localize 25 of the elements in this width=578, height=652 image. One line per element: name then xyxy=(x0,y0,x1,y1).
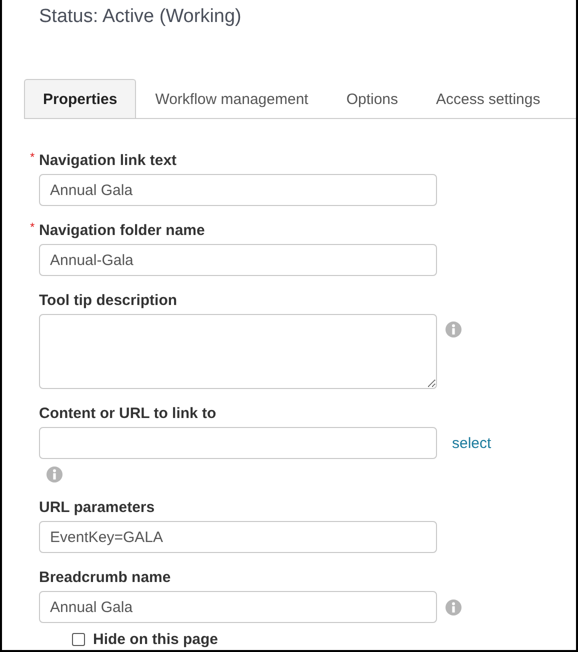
field-label: Tool tip description xyxy=(39,292,178,308)
field-label: Breadcrumb name xyxy=(39,568,171,586)
field-label: Content or URL to link to xyxy=(39,404,216,422)
input-field[interactable]: Annual-Gala xyxy=(39,244,437,276)
checkbox[interactable] xyxy=(72,633,85,646)
field-label: URL parameters xyxy=(39,498,155,516)
tab[interactable]: Properties xyxy=(24,79,136,118)
input-field[interactable]: Annual Gala xyxy=(39,591,437,623)
select-link[interactable]: select xyxy=(452,434,492,452)
info-icon[interactable] xyxy=(46,466,63,483)
info-icon[interactable] xyxy=(445,321,462,338)
field-label: Navigation link text xyxy=(39,152,177,168)
text-area[interactable] xyxy=(39,314,437,389)
input-field[interactable]: EventKey=GALA xyxy=(39,521,437,553)
required-mark: * xyxy=(30,150,35,164)
tab[interactable]: Options xyxy=(327,79,418,118)
status-title: Status: Active (Working) xyxy=(38,5,242,29)
tab[interactable]: Workflow management xyxy=(136,79,328,118)
tab[interactable]: Access settings xyxy=(417,79,560,118)
input-field[interactable]: Annual Gala xyxy=(39,174,437,206)
info-icon[interactable] xyxy=(445,598,462,616)
required-mark: * xyxy=(30,220,35,234)
checkbox-label: Hide on this page xyxy=(93,631,218,648)
field-label: Navigation folder name xyxy=(39,222,205,238)
input-field[interactable] xyxy=(39,427,437,459)
